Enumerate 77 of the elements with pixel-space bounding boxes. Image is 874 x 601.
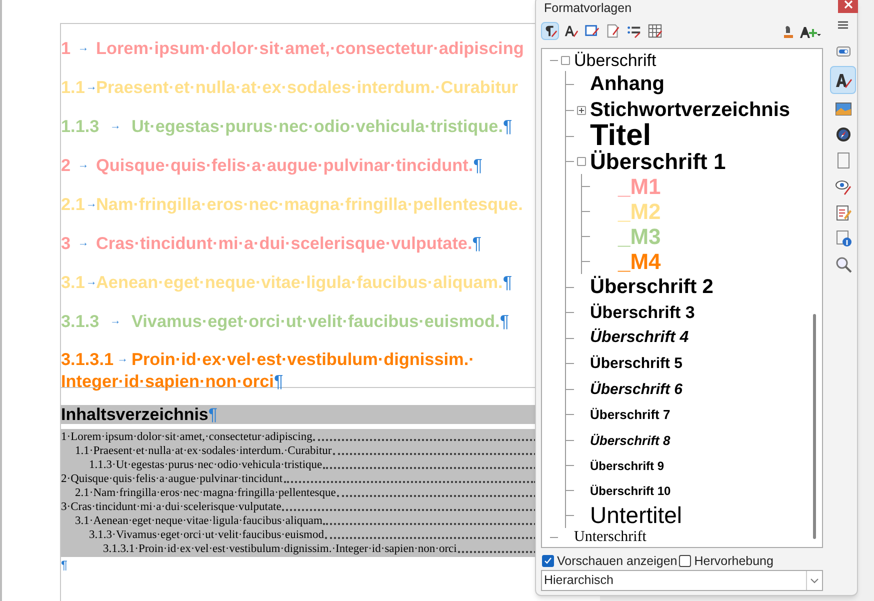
toc-entry: 2.1·Nam·fringilla·eros·nec·magna·fringilla·pellentesque [75, 486, 336, 500]
heading-text: Praesent·et·nulla·at·ex·sodales·interdum.·Curabitur [96, 76, 518, 98]
heading-number: 1.1.3 [61, 114, 100, 136]
style-name[interactable]: Überschrift 2 [588, 274, 714, 300]
heading-number: 3 [61, 232, 71, 254]
style-name[interactable]: Unterschrift [572, 528, 646, 546]
pilcrow-mark: ¶ [208, 405, 218, 424]
style-name[interactable]: Überschrift 3 [588, 300, 695, 325]
style-name[interactable]: Überschrift 6 [588, 376, 683, 402]
collapse-toggle[interactable] [576, 106, 586, 114]
heading-text: Nam·fringilla·eros·nec·magna·fringilla·pellentesque. [96, 192, 523, 214]
style-name[interactable]: Titel [588, 123, 652, 149]
pilcrow-mark: ¶ [502, 270, 512, 292]
tab-mark: → [76, 236, 90, 250]
toc-entry: 3.1.3·Vivamus·eget·orci·ut·velit·faucibus·euismod [89, 528, 324, 542]
close-button[interactable] [838, 0, 858, 13]
toc-entry: 2·Quisque·quis·felis·a·augue·pulvinar·tincidunt [61, 472, 283, 486]
pilcrow-mark: ¶ [61, 558, 68, 572]
heading-text: Quisque·quis·felis·a·augue·pulvinar·tincidunt. [96, 154, 474, 176]
heading-text: Lorem·ipsum·dolor·sit·amet,·consectetur·adipiscing [96, 36, 524, 58]
style-name[interactable]: Überschrift 1 [588, 149, 726, 174]
style-name[interactable]: Überschrift 9 [588, 453, 664, 478]
new-style-icon[interactable] [799, 24, 822, 40]
tab-mark: → [116, 352, 130, 367]
pilcrow-mark: ¶ [500, 310, 510, 332]
checkbox[interactable] [679, 555, 692, 568]
checkbox-label: Hervorhebung [694, 553, 774, 570]
checkbox[interactable] [542, 555, 554, 568]
style-name[interactable]: Untertitel [588, 503, 682, 528]
heading-text: Proin·id·ex·vel·est·vestibulum·dignissim.· [132, 348, 474, 370]
heading-text: Vivamus·eget·orci·ut·velit·faucibus·euismod. [132, 310, 500, 332]
style-name[interactable]: Stichwortverzeichnis [588, 97, 790, 123]
collapse-toggle[interactable] [576, 157, 586, 166]
toc-title: Inhaltsverzeichnis [61, 405, 208, 424]
tab-mark: → [76, 158, 90, 172]
style-name[interactable]: Überschrift 4 [588, 325, 689, 351]
checkbox-label: Vorschauen anzeigen [557, 553, 678, 570]
tab-mark: → [76, 40, 90, 56]
style-name[interactable]: Überschrift 10 [588, 478, 671, 503]
filter-dropdown[interactable]: Hierarchisch [541, 570, 823, 591]
heading-text: Integer·id·sapien·non·orci [61, 370, 274, 392]
style-name[interactable]: Überschrift 8 [588, 427, 670, 453]
heading-number: 2.1 [61, 192, 85, 214]
panel-title: Formatvorlagen [544, 0, 632, 16]
style-name[interactable]: Überschrift 7 [588, 402, 670, 427]
heading-text: Ut·egestas·purus·nec·odio·vehicula·tristique. [132, 114, 503, 136]
toc-entry: 3.1.3.1·Proin·id·ex·vel·est·vestibulum·dignissim.·Integer·id·sapien·non·orci [103, 542, 457, 556]
pilcrow-mark: ¶ [473, 154, 482, 176]
heading-number: 3.1.3.1 [61, 348, 114, 370]
heading-number: 2 [61, 154, 71, 176]
letter-brush-icon[interactable] [830, 66, 856, 94]
tab-mark: → [108, 118, 122, 134]
pilcrow-mark: ¶ [503, 114, 512, 136]
toc-entry: 3·Cras·tincidunt·mi·a·dui·scelerisque·vulputate [61, 500, 282, 514]
style-name[interactable]: Überschrift [572, 50, 656, 71]
tab-mark: → [84, 196, 97, 212]
heading-text: Cras·tincidunt·mi·a·dui·scelerisque·vulputate. [96, 232, 472, 254]
toc-entry: 3.1·Aenean·eget·neque·vitae·ligula·faucibus·aliquam [75, 514, 322, 528]
collapse-toggle[interactable] [560, 56, 570, 65]
heading-number: 3.1.3 [61, 310, 100, 332]
heading-number: 3.1 [61, 270, 85, 292]
tab-mark: → [84, 80, 97, 94]
style-name[interactable]: Überschrift 5 [588, 351, 683, 376]
tab-mark: → [84, 274, 97, 288]
close-icon [844, 0, 852, 8]
pilcrow-brush-icon[interactable] [541, 22, 559, 40]
pilcrow-mark: ¶ [274, 370, 284, 392]
heading-number: 1.1 [61, 76, 85, 98]
toc-entry: 1·Lorem·ipsum·dolor·sit·amet,·consectetur·adipiscing [61, 430, 312, 444]
toc-entry: 1.1.3·Ut·egestas·purus·nec·odio·vehicula·tristique [89, 458, 322, 472]
table-brush-icon[interactable] [646, 22, 664, 40]
heading-text: Aenean·eget·neque·vitae·ligula·faucibus·aliquam. [96, 270, 503, 292]
pilcrow-mark: ¶ [472, 232, 482, 254]
style-name[interactable]: Anhang [588, 71, 664, 97]
toc-entry: 1.1·Praesent·et·nulla·at·ex·sodales·interdum.·Curabitur [75, 444, 332, 458]
heading-number: 1 [61, 36, 71, 58]
tab-mark: → [108, 314, 122, 328]
